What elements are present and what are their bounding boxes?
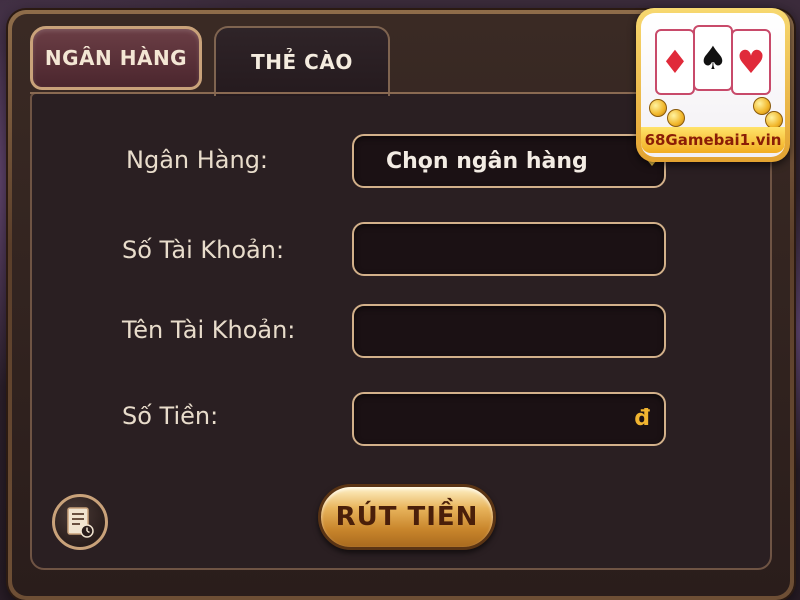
- history-button[interactable]: [52, 494, 108, 550]
- withdraw-button[interactable]: RÚT TIỀN: [318, 484, 496, 550]
- bank-select[interactable]: Chọn ngân hàng: [352, 134, 666, 188]
- currency-symbol: đ: [634, 406, 650, 431]
- account-number-label: Số Tài Khoản:: [122, 236, 285, 264]
- tab-card[interactable]: THẺ CÀO: [214, 26, 390, 96]
- amount-field[interactable]: đ: [352, 392, 666, 446]
- brand-logo: ♦ ♠ ♥ 68Gamebai1.vin: [636, 8, 790, 162]
- withdraw-button-label: RÚT TIỀN: [335, 502, 479, 532]
- history-icon: [67, 507, 94, 538]
- tab-bank[interactable]: NGÂN HÀNG: [30, 26, 202, 90]
- account-name-field[interactable]: [352, 304, 666, 358]
- amount-input[interactable]: [386, 407, 638, 431]
- coin-icon: [667, 109, 685, 127]
- coin-icon: [649, 99, 667, 117]
- account-name-input[interactable]: [386, 319, 638, 343]
- amount-label: Số Tiền:: [122, 402, 219, 430]
- logo-text: 68Gamebai1.vin: [641, 127, 785, 153]
- tab-bank-label: NGÂN HÀNG: [44, 46, 188, 70]
- account-number-input[interactable]: [386, 237, 638, 261]
- account-name-label: Tên Tài Khoản:: [122, 316, 296, 344]
- diamond-card-icon: ♦: [655, 29, 695, 95]
- heart-card-icon: ♥: [731, 29, 771, 95]
- spade-card-icon: ♠: [693, 25, 733, 91]
- logo-body: ♦ ♠ ♥ 68Gamebai1.vin: [641, 13, 785, 157]
- account-number-field[interactable]: [352, 222, 666, 276]
- bank-select-value: Chọn ngân hàng: [386, 148, 588, 174]
- bank-label: Ngân Hàng:: [126, 146, 269, 174]
- tab-card-label: THẺ CÀO: [251, 50, 353, 74]
